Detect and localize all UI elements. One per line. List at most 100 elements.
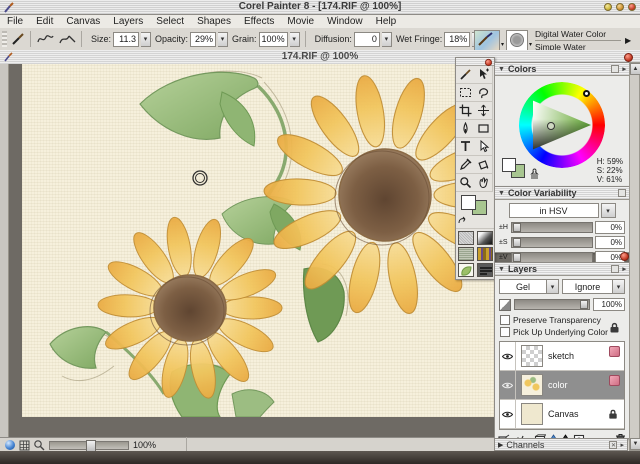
front-color-swatch[interactable]	[461, 195, 476, 210]
zoom-slider[interactable]	[49, 441, 129, 450]
colors-panel-header[interactable]: ▼ Colors ▸	[495, 63, 629, 76]
menu-shapes[interactable]: Shapes	[197, 16, 231, 27]
brush-category-dropdown[interactable]: ▾	[501, 41, 504, 48]
channels-panel-header[interactable]: ▶ Channels ✕ ▸	[494, 438, 628, 451]
sv-selector-dot[interactable]	[547, 122, 555, 130]
menu-layers[interactable]: Layers	[113, 16, 143, 27]
color-stamp-icon[interactable]	[529, 168, 540, 179]
toolbox-header[interactable]	[456, 58, 494, 66]
brush-tool[interactable]	[456, 66, 475, 84]
hue-selector-dot[interactable]	[583, 90, 590, 97]
composite-depth-select[interactable]: Ignore▾	[562, 279, 625, 294]
panel-front-color[interactable]	[502, 158, 516, 172]
palette-menu-icon[interactable]: ▸	[622, 265, 626, 273]
collapse-triangle-icon[interactable]: ▼	[498, 66, 505, 73]
wet-fringe-input[interactable]: 18%	[444, 32, 470, 47]
brush-selector-flyout-icon[interactable]: ▶	[625, 36, 631, 45]
magnifier-icon[interactable]	[33, 439, 45, 451]
grid-icon[interactable]	[19, 440, 30, 451]
menu-effects[interactable]: Effects	[244, 16, 274, 27]
hue-variability-value[interactable]: 0%	[595, 221, 625, 234]
minimize-button[interactable]	[604, 3, 612, 11]
dropper-tool[interactable]	[456, 156, 475, 174]
draw-straight-lines-icon[interactable]	[58, 32, 76, 46]
visibility-toggle[interactable]	[500, 371, 516, 399]
brush-variant-dropdown[interactable]: ▾	[529, 41, 532, 48]
variability-mode-select[interactable]: in HSV	[509, 203, 599, 218]
close-button[interactable]	[628, 3, 636, 11]
look-selector[interactable]	[458, 263, 474, 277]
collapse-triangle-icon[interactable]: ▼	[498, 190, 505, 197]
shape-selection-tool[interactable]	[474, 138, 493, 156]
palette-dock-icon[interactable]	[611, 265, 619, 273]
maximize-button[interactable]	[616, 3, 624, 11]
saturation-variability-value[interactable]: 0%	[595, 236, 625, 249]
opacity-input[interactable]: 29%	[190, 32, 216, 47]
diffusion-input[interactable]: 0	[354, 32, 380, 47]
menu-window[interactable]: Window	[327, 16, 363, 27]
layer-opacity-value[interactable]: 100%	[593, 298, 625, 311]
palette-dock-icon[interactable]	[618, 189, 626, 197]
rectangular-selection-tool[interactable]	[456, 84, 475, 102]
zoom-slider-thumb[interactable]	[86, 440, 96, 452]
hue-variability-slider[interactable]	[511, 222, 593, 233]
grain-dropdown[interactable]: ▾	[290, 32, 300, 47]
crop-tool[interactable]	[456, 102, 475, 120]
layers-panel-header[interactable]: ▼ Layers ▸	[495, 263, 629, 276]
lock-icon[interactable]	[608, 321, 621, 334]
layer-row-canvas[interactable]: Canvas	[500, 400, 624, 429]
grabber-hand-tool[interactable]	[474, 174, 493, 192]
draw-freehand-icon[interactable]	[36, 32, 54, 46]
expand-triangle-icon[interactable]: ▶	[498, 441, 503, 449]
paint-bucket-tool[interactable]	[474, 156, 493, 174]
property-bar-grip[interactable]	[2, 31, 7, 47]
pattern-selector[interactable]	[458, 247, 474, 261]
diffusion-dropdown[interactable]: ▾	[382, 32, 392, 47]
layer-adjuster-tool[interactable]	[474, 66, 493, 84]
visibility-toggle[interactable]	[500, 400, 516, 428]
weave-selector[interactable]	[477, 247, 493, 261]
variability-mode-dropdown[interactable]: ▾	[601, 203, 616, 218]
palette-menu-icon[interactable]: ▸	[622, 65, 626, 73]
size-dropdown[interactable]: ▾	[141, 32, 151, 47]
opacity-dropdown[interactable]: ▾	[218, 32, 228, 47]
scroll-up-button[interactable]: ▲	[630, 63, 640, 75]
text-tool[interactable]	[456, 138, 475, 156]
gradient-selector[interactable]	[477, 231, 493, 245]
drawer-icon[interactable]	[5, 440, 15, 450]
collapse-triangle-icon[interactable]: ▼	[498, 266, 505, 273]
swap-colors-icon[interactable]	[458, 216, 468, 226]
visibility-toggle[interactable]	[500, 342, 516, 370]
canvas[interactable]	[22, 64, 494, 417]
scroll-down-button[interactable]: ▼	[630, 438, 640, 450]
menu-canvas[interactable]: Canvas	[66, 16, 100, 27]
layer-row-color[interactable]: color	[500, 371, 624, 400]
saturation-variability-slider[interactable]	[511, 237, 593, 248]
channels-close-icon[interactable]: ✕	[609, 441, 617, 449]
menu-file[interactable]: File	[7, 16, 23, 27]
palette-dock-icon[interactable]	[611, 65, 619, 73]
lasso-tool[interactable]	[474, 84, 493, 102]
grain-input[interactable]: 100%	[259, 32, 288, 47]
channels-menu-icon[interactable]: ▸	[620, 441, 624, 449]
palette-close-button[interactable]	[620, 252, 629, 261]
color-variability-header[interactable]: ▼ Color Variability	[495, 187, 629, 200]
brush-category-name[interactable]: Digital Water Color	[535, 29, 621, 41]
pen-tool[interactable]	[456, 120, 475, 138]
layer-opacity-slider[interactable]	[514, 299, 590, 310]
rectangle-shape-tool[interactable]	[474, 120, 493, 138]
menu-movie[interactable]: Movie	[287, 16, 314, 27]
preserve-transparency-checkbox[interactable]	[500, 315, 510, 325]
perspective-grid-tool[interactable]	[474, 102, 493, 120]
document-close-button[interactable]	[624, 53, 633, 62]
nozzle-selector[interactable]	[477, 263, 493, 277]
pickup-underlying-color-checkbox[interactable]	[500, 327, 510, 337]
composite-method-select[interactable]: Gel▾	[499, 279, 559, 294]
toolbox-close-button[interactable]	[485, 59, 492, 66]
paper-selector[interactable]	[458, 231, 474, 245]
size-input[interactable]: 11.3	[113, 32, 139, 47]
layer-row-sketch[interactable]: sketch	[500, 342, 624, 371]
brush-category-button[interactable]	[474, 30, 500, 51]
menu-help[interactable]: Help	[376, 16, 397, 27]
menu-edit[interactable]: Edit	[36, 16, 53, 27]
